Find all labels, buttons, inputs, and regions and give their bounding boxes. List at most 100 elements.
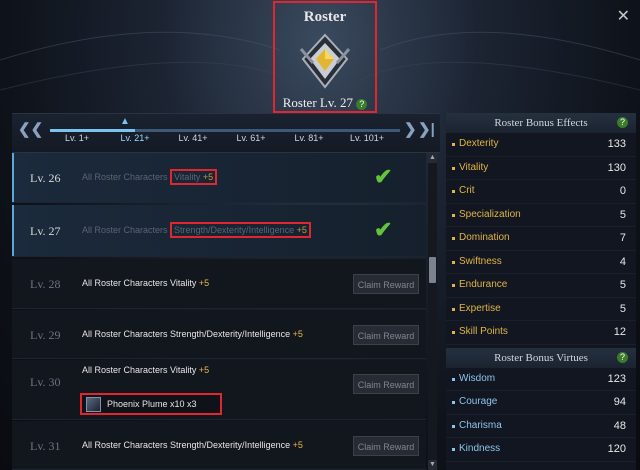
phoenix-plume-icon	[86, 397, 101, 412]
stat-bonus: +5	[292, 439, 303, 450]
description-prefix: All Roster Characters	[82, 328, 171, 339]
row-level: Lv. 30	[30, 375, 61, 389]
stat-name: Endurance	[459, 279, 508, 290]
stat-value: 133	[607, 138, 626, 150]
stat-row: Swiftness 4	[446, 251, 636, 274]
scroll-down-icon[interactable]: ▼	[428, 460, 437, 470]
stat-bonus: +5	[202, 172, 214, 182]
stat-name: Swiftness	[459, 255, 502, 267]
scroll-thumb[interactable]	[429, 257, 436, 283]
list-item: Lv. 30 All Roster Characters Vitality +5 C…	[12, 360, 426, 420]
stat-bonus: +5	[198, 365, 210, 375]
bullet-icon	[452, 237, 455, 240]
completed-check-icon: ✔	[374, 164, 393, 189]
first-page-icon[interactable]: ❮❮	[18, 120, 43, 138]
row-description: All Roster Characters Vitality +5	[82, 278, 209, 288]
row-description: All Roster Characters Strength/Dexterity…	[82, 440, 303, 450]
stat-name: Charisma	[459, 419, 502, 431]
page-title: Roster	[303, 9, 347, 25]
row-level: Lv. 27	[30, 224, 61, 238]
stat-name: Expertise	[459, 302, 501, 314]
last-page-icon[interactable]: ❯|	[418, 120, 435, 138]
roster-level: Roster Lv. 27 ?	[275, 95, 375, 111]
stat-value: 120	[607, 443, 626, 455]
level-tier-tab[interactable]: Lv. 61+	[226, 133, 276, 143]
stat-row: Kindness 120	[446, 438, 636, 462]
bullet-icon	[452, 284, 455, 287]
level-tier-tab[interactable]: Lv. 1+	[52, 133, 102, 143]
row-description: All Roster Characters Vitality +5	[82, 169, 218, 185]
bonus-virtues-title: Roster Bonus Virtues	[494, 351, 588, 364]
stat-bonus: +5	[292, 328, 303, 339]
stat-name: Kindness	[459, 443, 501, 454]
description-stat: Vitality +5	[170, 278, 209, 288]
stat-row: Endurance 5	[446, 274, 636, 298]
row-accent	[12, 153, 14, 202]
stat-row: Crit 0	[446, 180, 636, 204]
help-icon[interactable]: ?	[356, 98, 368, 110]
stat-row: Dexterity 133	[446, 133, 636, 157]
list-item: Lv. 31 All Roster Characters Strength/Dex…	[12, 421, 426, 470]
stat-row: Courage 94	[446, 391, 636, 415]
claim-reward-button[interactable]: Claim Reward	[353, 274, 419, 294]
stat-name: Specialization	[459, 208, 521, 220]
description-prefix: All Roster Characters	[82, 365, 171, 375]
description-prefix: All Roster Characters	[82, 172, 171, 182]
current-level-marker-icon: ▲	[120, 116, 130, 127]
stat-bonus: +5	[296, 225, 307, 235]
close-icon[interactable]: ✕	[617, 6, 630, 26]
description-prefix: All Roster Characters	[82, 225, 171, 235]
description-stat: Strength/Dexterity/Intelligence +5	[170, 329, 303, 339]
bullet-icon	[452, 213, 455, 217]
stat-row: Domination 7	[446, 227, 636, 251]
description-stat: Strength/Dexterity/Intelligence +5	[170, 222, 311, 238]
stat-row: Expertise 5	[446, 298, 636, 321]
help-icon[interactable]: ?	[617, 351, 628, 363]
roster-header: Roster Roster Lv. 27 ?	[273, 1, 377, 113]
stat-name: Wisdom	[459, 372, 496, 384]
claim-reward-button[interactable]: Claim Reward	[353, 435, 419, 456]
stat-name: Strength/Dexterity/Intelligence	[170, 439, 291, 450]
bullet-icon	[452, 143, 455, 146]
stat-name: Strength/Dexterity/Intelligence	[174, 225, 295, 235]
list-item: Lv. 29 All Roster Characters Strength/Dex…	[12, 310, 426, 359]
stat-name: Courage	[459, 396, 498, 407]
progress-fill	[50, 129, 135, 132]
stat-value: 0	[619, 185, 626, 197]
stat-value: 5	[619, 208, 626, 221]
stat-name: Domination	[459, 232, 510, 243]
list-scrollbar[interactable]: ▲ ▼	[428, 153, 437, 470]
description-stat: Vitality +5	[170, 365, 209, 375]
bonus-virtues-header: Roster Bonus Virtues ?	[446, 347, 636, 368]
bullet-icon	[452, 377, 455, 381]
stat-value: 4	[619, 255, 626, 268]
bullet-icon	[452, 448, 455, 451]
level-tier-tab[interactable]: Lv. 41+	[168, 133, 218, 143]
level-tier-tab[interactable]: Lv. 81+	[284, 133, 334, 143]
stat-name: Strength/Dexterity/Intelligence	[170, 328, 291, 339]
list-item: Lv. 27 All Roster Characters Strength/Dex…	[12, 205, 426, 257]
stat-value: 48	[613, 419, 626, 432]
row-level: Lv. 31	[30, 438, 61, 453]
stat-value: 94	[613, 396, 626, 408]
level-tier-tab[interactable]: Lv. 21+	[110, 133, 160, 143]
stat-row: Wisdom 123	[446, 368, 636, 391]
scroll-up-icon[interactable]: ▲	[428, 153, 437, 163]
help-icon[interactable]: ?	[617, 117, 628, 128]
stat-name: Crit	[459, 185, 475, 196]
reward-item-label: Phoenix Plume x10 x3	[107, 399, 197, 409]
bullet-icon	[452, 307, 455, 311]
stat-row: Charisma 48	[446, 415, 636, 438]
level-progress-bar: ❮❮ ❯ ❯| ▲ Lv. 1+ Lv. 21+ Lv. 41+ Lv. 61+ Lv.…	[12, 113, 440, 153]
claim-reward-button[interactable]: Claim Reward	[353, 324, 419, 345]
reward-item[interactable]: Phoenix Plume x10 x3	[80, 393, 222, 415]
description-prefix: All Roster Characters	[82, 278, 171, 288]
bullet-icon	[452, 331, 455, 334]
level-tier-tab[interactable]: Lv. 101+	[342, 133, 392, 143]
bullet-icon	[452, 424, 455, 428]
stat-value: 7	[619, 232, 626, 244]
bullet-icon	[452, 401, 455, 404]
stat-name: Vitality	[170, 278, 197, 288]
claim-reward-button[interactable]: Claim Reward	[353, 374, 419, 394]
next-page-icon[interactable]: ❯	[404, 120, 417, 138]
